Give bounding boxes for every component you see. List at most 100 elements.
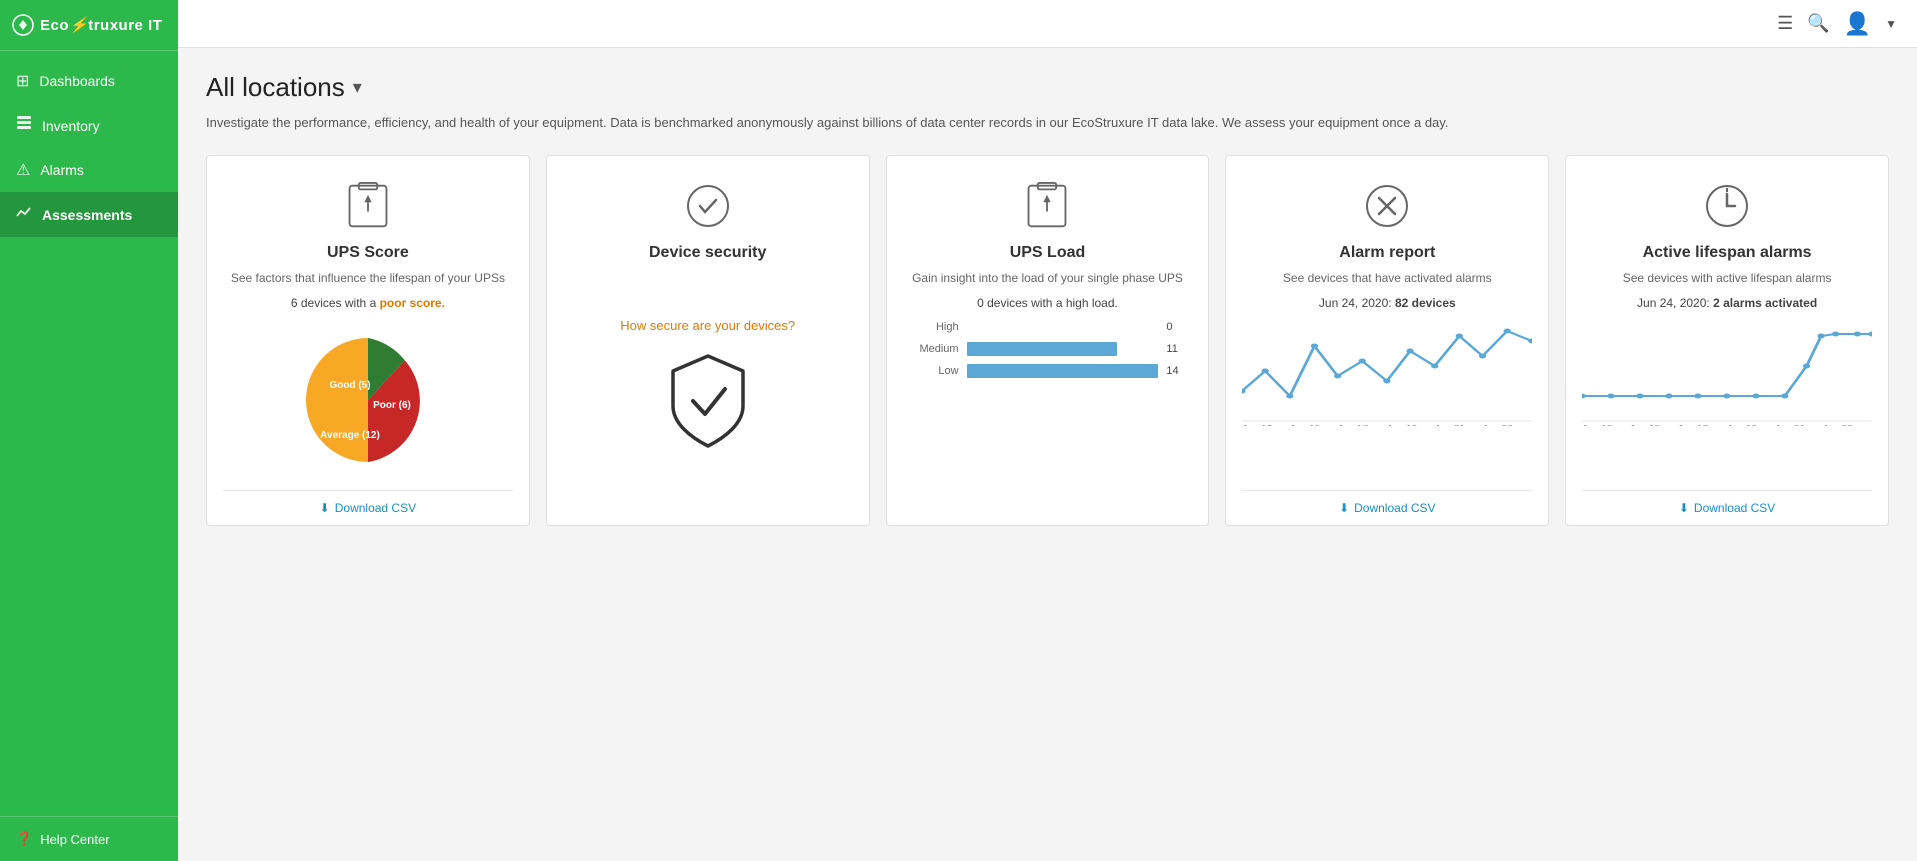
bar-label-low: Low <box>911 365 959 377</box>
search-icon[interactable]: 🔍 <box>1807 13 1829 34</box>
lifespan-title: Active lifespan alarms <box>1643 244 1812 262</box>
logo-icon <box>12 14 34 36</box>
user-avatar[interactable]: 👤 <box>1844 11 1871 37</box>
ups-load-stat: 0 devices with a high load. <box>977 296 1118 310</box>
svg-text:Jun 17: Jun 17 <box>1338 424 1369 426</box>
ups-load-icon <box>1017 176 1077 236</box>
bar-row-low: Low 14 <box>911 364 1185 378</box>
svg-text:Jun 19: Jun 19 <box>1387 424 1418 426</box>
lifespan-download[interactable]: ⬇ Download CSV <box>1582 490 1872 525</box>
page-header: All locations ▾ <box>206 72 1889 103</box>
svg-text:Jun 23: Jun 23 <box>1483 424 1514 426</box>
svg-text:Poor (6): Poor (6) <box>373 400 411 411</box>
sidebar-item-label: Inventory <box>42 118 100 134</box>
sidebar-item-label: Assessments <box>42 207 132 223</box>
lifespan-date-stat: Jun 24, 2020: 2 alarms activated <box>1637 296 1817 310</box>
cards-row: UPS Score See factors that influence the… <box>206 155 1889 527</box>
sidebar-nav: ⊞ Dashboards Inventory ⚠ Alarms Assessme… <box>0 51 178 816</box>
bar-row-high: High 0 <box>911 320 1185 334</box>
bar-track-low <box>967 364 1159 378</box>
ups-load-title: UPS Load <box>1010 244 1086 262</box>
bar-track-high <box>967 320 1159 334</box>
sidebar-item-assessments[interactable]: Assessments <box>0 192 178 237</box>
page-subtitle: Investigate the performance, efficiency,… <box>206 113 1889 133</box>
bar-track-medium <box>967 342 1159 356</box>
device-security-icon <box>678 176 738 236</box>
inventory-icon <box>16 115 32 136</box>
sidebar: Eco⚡truxure IT ⊞ Dashboards Inventory ⚠ … <box>0 0 178 861</box>
download-label: Download CSV <box>335 501 416 515</box>
bar-fill-medium <box>967 342 1118 356</box>
svg-text:Jun 23: Jun 23 <box>1823 424 1854 426</box>
sidebar-item-label: Alarms <box>40 162 84 178</box>
svg-text:Average (12): Average (12) <box>320 430 380 441</box>
topbar: ☰ 🔍 👤 ▼ <box>178 0 1917 48</box>
assessments-icon <box>16 204 32 225</box>
download-icon: ⬇ <box>1679 501 1689 515</box>
svg-text:Good (5): Good (5) <box>329 380 370 391</box>
alarm-date-stat: Jun 24, 2020: 82 devices <box>1319 296 1456 310</box>
sidebar-item-inventory[interactable]: Inventory <box>0 103 178 148</box>
lifespan-desc: See devices with active lifespan alarms <box>1623 270 1832 287</box>
alarm-report-desc: See devices that have activated alarms <box>1283 270 1492 287</box>
alarm-report-icon <box>1357 176 1417 236</box>
ups-score-title: UPS Score <box>327 244 409 262</box>
ups-score-download[interactable]: ⬇ Download CSV <box>223 490 513 525</box>
security-question: How secure are your devices? <box>620 318 795 333</box>
ups-score-stat: 6 devices with a poor score. <box>291 296 445 310</box>
account-chevron[interactable]: ▼ <box>1885 17 1897 31</box>
bar-value-high: 0 <box>1166 321 1184 333</box>
list-icon[interactable]: ☰ <box>1777 13 1793 34</box>
sidebar-item-dashboards[interactable]: ⊞ Dashboards <box>0 59 178 103</box>
help-center-button[interactable]: ❓ Help Center <box>0 816 178 861</box>
alarm-report-card: Alarm report See devices that have activ… <box>1225 155 1549 527</box>
ups-load-card: UPS Load Gain insight into the load of y… <box>886 155 1210 527</box>
app-logo: Eco⚡truxure IT <box>0 0 178 51</box>
download-icon: ⬇ <box>1339 501 1349 515</box>
svg-text:Jun 21: Jun 21 <box>1435 424 1466 426</box>
ups-load-chart: High 0 Medium 11 Low <box>903 320 1193 386</box>
bar-label-high: High <box>911 321 959 333</box>
svg-text:Jun 19: Jun 19 <box>1727 424 1758 426</box>
download-icon: ⬇ <box>320 501 330 515</box>
bar-row-medium: Medium 11 <box>911 342 1185 356</box>
svg-text:Jun 15: Jun 15 <box>1290 424 1321 426</box>
location-chevron[interactable]: ▾ <box>353 77 362 98</box>
page-title: All locations <box>206 72 345 103</box>
bar-value-medium: 11 <box>1166 343 1184 355</box>
svg-text:Jun 15: Jun 15 <box>1630 424 1661 426</box>
bar-label-medium: Medium <box>911 343 959 355</box>
alarm-line-chart: Jun 13 Jun 15 Jun 17 Jun 19 Jun 21 Jun 2… <box>1242 316 1532 490</box>
security-card-body: How secure are your devices? <box>563 270 853 526</box>
download-label: Download CSV <box>1694 501 1775 515</box>
device-security-title: Device security <box>649 244 766 262</box>
alarm-report-download[interactable]: ⬇ Download CSV <box>1242 490 1532 525</box>
ups-score-card: UPS Score See factors that influence the… <box>206 155 530 527</box>
device-security-card: Device security How secure are your devi… <box>546 155 870 527</box>
bar-fill-low <box>967 364 1159 378</box>
ups-score-desc: See factors that influence the lifespan … <box>231 270 505 287</box>
lifespan-line-chart: Jun 13 Jun 15 Jun 17 Jun 19 Jun 21 Jun 2… <box>1582 316 1872 490</box>
ups-score-pie: Good (5) Poor (6) Average (12) <box>288 320 448 480</box>
svg-text:Jun 21: Jun 21 <box>1775 424 1806 426</box>
lifespan-icon <box>1697 176 1757 236</box>
help-icon: ❓ <box>16 831 32 847</box>
logo-text: Eco⚡truxure IT <box>40 16 162 34</box>
ups-load-desc: Gain insight into the load of your singl… <box>912 270 1183 287</box>
svg-text:Jun 17: Jun 17 <box>1678 424 1709 426</box>
svg-text:Jun 13: Jun 13 <box>1582 424 1613 426</box>
page-content: All locations ▾ Investigate the performa… <box>178 48 1917 550</box>
sidebar-item-label: Dashboards <box>39 73 115 89</box>
alarms-icon: ⚠ <box>16 160 30 180</box>
download-label: Download CSV <box>1354 501 1435 515</box>
active-lifespan-card: Active lifespan alarms See devices with … <box>1565 155 1889 527</box>
ups-score-icon <box>338 176 398 236</box>
dashboards-icon: ⊞ <box>16 71 29 91</box>
sidebar-item-alarms[interactable]: ⚠ Alarms <box>0 148 178 192</box>
main-content: ☰ 🔍 👤 ▼ All locations ▾ Investigate the … <box>178 0 1917 861</box>
svg-text:Jun 13: Jun 13 <box>1242 424 1273 426</box>
shield-check-icon <box>663 351 753 456</box>
alarm-report-title: Alarm report <box>1339 244 1435 262</box>
bar-value-low: 14 <box>1166 365 1184 377</box>
help-label: Help Center <box>40 832 109 847</box>
